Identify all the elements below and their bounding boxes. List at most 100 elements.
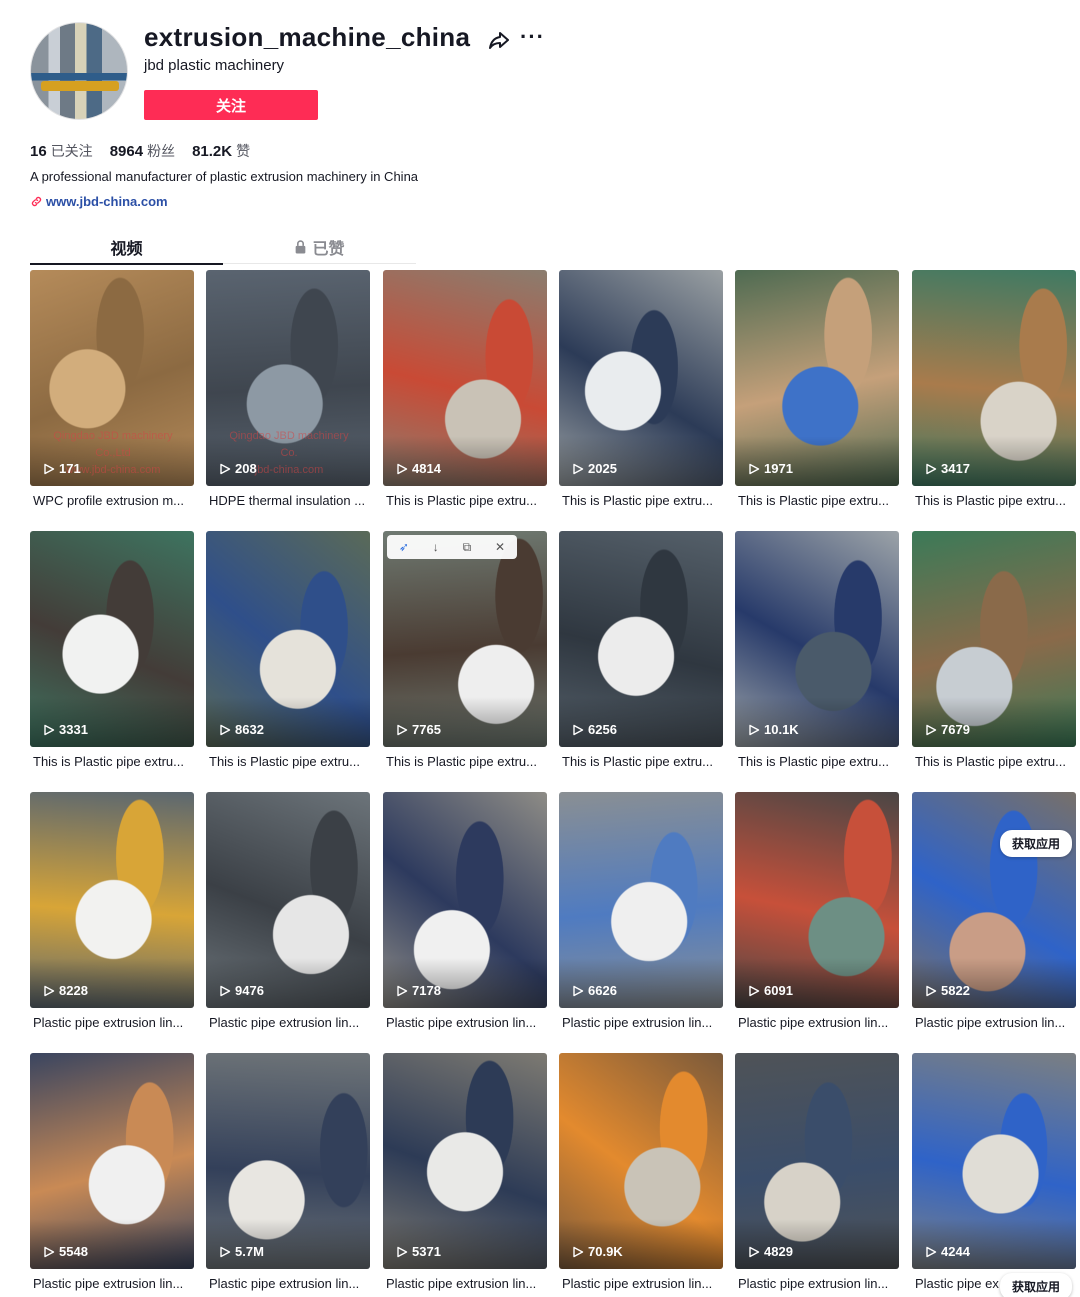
play-icon	[573, 724, 584, 735]
video-caption[interactable]: HDPE thermal insulation ...	[206, 493, 370, 508]
video-caption[interactable]: Plastic pipe extrusion lin...	[206, 1015, 370, 1030]
video-thumbnail[interactable]: 5548	[30, 1053, 194, 1269]
video-card[interactable]: 6626 Plastic pipe extrusion lin...	[559, 792, 723, 1030]
video-thumbnail[interactable]: 6256	[559, 531, 723, 747]
video-thumbnail[interactable]: 5.7M	[206, 1053, 370, 1269]
video-card[interactable]: 7679 This is Plastic pipe extru...	[912, 531, 1076, 769]
view-count: 7679	[925, 722, 970, 737]
overlay-close-icon[interactable]: ✕	[495, 540, 505, 554]
view-count: 9476	[219, 983, 264, 998]
video-caption[interactable]: Plastic pipe extrusion lin...	[30, 1276, 194, 1291]
video-card[interactable]: 5548 Plastic pipe extrusion lin...	[30, 1053, 194, 1291]
video-thumbnail[interactable]: ➶ ↓ ⧉ ✕ 7765	[383, 531, 547, 747]
view-count: 4244	[925, 1244, 970, 1259]
video-caption[interactable]: This is Plastic pipe extru...	[206, 754, 370, 769]
video-caption[interactable]: This is Plastic pipe extru...	[383, 493, 547, 508]
video-caption[interactable]: This is Plastic pipe extru...	[559, 754, 723, 769]
play-icon	[573, 1246, 584, 1257]
video-card[interactable]: 1971 This is Plastic pipe extru...	[735, 270, 899, 508]
video-thumbnail[interactable]: 3417	[912, 270, 1076, 486]
video-thumbnail[interactable]: 8228	[30, 792, 194, 1008]
video-caption[interactable]: This is Plastic pipe extru...	[383, 754, 547, 769]
video-card[interactable]: 8632 This is Plastic pipe extru...	[206, 531, 370, 769]
video-card[interactable]: 5371 Plastic pipe extrusion lin...	[383, 1053, 547, 1291]
video-caption[interactable]: This is Plastic pipe extru...	[735, 754, 899, 769]
overlay-bird-icon[interactable]: ➶	[399, 540, 409, 554]
video-thumbnail[interactable]: 7178	[383, 792, 547, 1008]
video-card[interactable]: 5.7M Plastic pipe extrusion lin...	[206, 1053, 370, 1291]
video-thumbnail[interactable]: 4829	[735, 1053, 899, 1269]
video-card[interactable]: 4814 This is Plastic pipe extru...	[383, 270, 547, 508]
view-count: 8228	[43, 983, 88, 998]
video-thumbnail[interactable]: 8632	[206, 531, 370, 747]
video-caption[interactable]: This is Plastic pipe extru...	[912, 754, 1076, 769]
video-card[interactable]: 5822 Plastic pipe extrusion lin...	[912, 792, 1076, 1030]
following-count[interactable]: 16 已关注	[30, 141, 93, 161]
profile-link[interactable]: www.jbd-china.com	[30, 194, 168, 209]
view-count: 4814	[396, 461, 441, 476]
video-thumbnail[interactable]: 10.1K	[735, 531, 899, 747]
video-thumbnail[interactable]: 1971	[735, 270, 899, 486]
video-thumbnail[interactable]: Qingdao JBD machinery Co. jbd-china.com 208	[206, 270, 370, 486]
video-thumbnail[interactable]: Qingdao JBD machinery Co.,Ltd www.jbd-chin…	[30, 270, 194, 486]
tab-videos[interactable]: 视频	[30, 230, 223, 265]
video-card[interactable]: 3417 This is Plastic pipe extru...	[912, 270, 1076, 508]
video-caption[interactable]: Plastic pipe extrusion lin...	[30, 1015, 194, 1030]
followers-count[interactable]: 8964 粉丝	[110, 141, 175, 161]
video-card[interactable]: 4244 Plastic pipe ex	[912, 1053, 1076, 1291]
video-card[interactable]: 6091 Plastic pipe extrusion lin...	[735, 792, 899, 1030]
video-caption[interactable]: Plastic pipe extrusion lin...	[206, 1276, 370, 1291]
share-icon[interactable]	[487, 28, 511, 52]
overlay-pip-icon[interactable]: ⧉	[463, 540, 472, 555]
view-count: 3331	[43, 722, 88, 737]
video-card[interactable]: Qingdao JBD machinery Co. jbd-china.com 208…	[206, 270, 370, 508]
view-count-text: 6626	[588, 983, 617, 998]
video-thumbnail[interactable]: 2025	[559, 270, 723, 486]
video-card[interactable]: 2025 This is Plastic pipe extru...	[559, 270, 723, 508]
video-thumbnail[interactable]: 6626	[559, 792, 723, 1008]
video-card[interactable]: 4829 Plastic pipe extrusion lin...	[735, 1053, 899, 1291]
get-app-badge[interactable]: 获取应用	[1000, 830, 1073, 857]
video-thumbnail[interactable]: 70.9K	[559, 1053, 723, 1269]
get-app-badge[interactable]: 获取应用	[1000, 1273, 1073, 1297]
video-caption[interactable]: Plastic pipe extrusion lin...	[735, 1015, 899, 1030]
more-options-icon[interactable]: ···	[520, 24, 545, 50]
video-caption[interactable]: This is Plastic pipe extru...	[912, 493, 1076, 508]
view-count-text: 5371	[412, 1244, 441, 1259]
video-thumbnail[interactable]: 6091	[735, 792, 899, 1008]
video-card[interactable]: 8228 Plastic pipe extrusion lin...	[30, 792, 194, 1030]
video-caption[interactable]: Plastic pipe extrusion lin...	[559, 1276, 723, 1291]
video-thumbnail[interactable]: 7679	[912, 531, 1076, 747]
video-thumbnail[interactable]: 5822	[912, 792, 1076, 1008]
video-card[interactable]: 6256 This is Plastic pipe extru...	[559, 531, 723, 769]
video-card[interactable]: 9476 Plastic pipe extrusion lin...	[206, 792, 370, 1030]
video-caption[interactable]: This is Plastic pipe extru...	[30, 754, 194, 769]
video-thumbnail[interactable]: 4814	[383, 270, 547, 486]
view-count-text: 2025	[588, 461, 617, 476]
tab-liked[interactable]: 已赞	[223, 230, 416, 263]
video-caption[interactable]: This is Plastic pipe extru...	[735, 493, 899, 508]
video-thumbnail[interactable]: 3331	[30, 531, 194, 747]
video-thumbnail[interactable]: 9476	[206, 792, 370, 1008]
video-card[interactable]: 3331 This is Plastic pipe extru...	[30, 531, 194, 769]
video-caption[interactable]: Plastic pipe extrusion lin...	[735, 1276, 899, 1291]
profile-avatar[interactable]	[30, 22, 128, 120]
overlay-download-icon[interactable]: ↓	[433, 540, 439, 554]
play-icon	[44, 1246, 55, 1257]
video-card[interactable]: 70.9K Plastic pipe extrusion lin...	[559, 1053, 723, 1291]
view-count: 6256	[572, 722, 617, 737]
video-thumbnail[interactable]: 5371	[383, 1053, 547, 1269]
video-card[interactable]: 10.1K This is Plastic pipe extru...	[735, 531, 899, 769]
video-card[interactable]: ➶ ↓ ⧉ ✕ 7765 This is Plastic pipe extru...	[383, 531, 547, 769]
video-caption[interactable]: Plastic pipe extrusion lin...	[912, 1015, 1076, 1030]
video-thumbnail[interactable]: 4244	[912, 1053, 1076, 1269]
view-count-text: 3417	[941, 461, 970, 476]
video-caption[interactable]: This is Plastic pipe extru...	[559, 493, 723, 508]
follow-button[interactable]: 关注	[144, 90, 318, 120]
video-caption[interactable]: Plastic pipe extrusion lin...	[383, 1276, 547, 1291]
video-caption[interactable]: WPC profile extrusion m...	[30, 493, 194, 508]
video-caption[interactable]: Plastic pipe extrusion lin...	[559, 1015, 723, 1030]
video-card[interactable]: 7178 Plastic pipe extrusion lin...	[383, 792, 547, 1030]
video-caption[interactable]: Plastic pipe extrusion lin...	[383, 1015, 547, 1030]
video-card[interactable]: Qingdao JBD machinery Co.,Ltd www.jbd-chin…	[30, 270, 194, 508]
